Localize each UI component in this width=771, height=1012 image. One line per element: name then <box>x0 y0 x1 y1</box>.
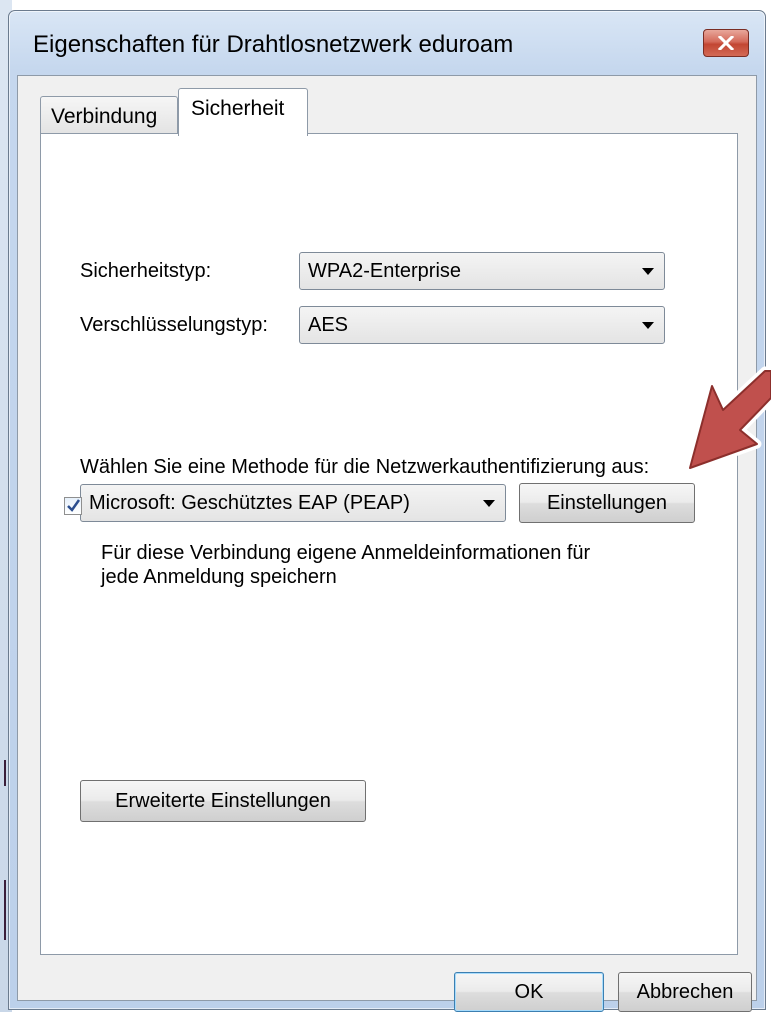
desktop-mark <box>4 880 6 940</box>
security-type-select[interactable]: WPA2-Enterprise <box>299 252 665 290</box>
properties-dialog: Eigenschaften für Drahtlosnetzwerk eduro… <box>8 10 766 1012</box>
tab-verbindung[interactable]: Verbindung <box>40 96 178 134</box>
auth-method-label: Wählen Sie eine Methode für die Netzwerk… <box>80 456 650 478</box>
tab-label: Verbindung <box>51 105 158 128</box>
settings-button[interactable]: Einstellungen <box>519 483 695 523</box>
encryption-type-label: Verschlüsselungstyp: <box>80 314 268 336</box>
checkmark-icon <box>67 499 81 512</box>
advanced-settings-button[interactable]: Erweiterte Einstellungen <box>80 780 366 822</box>
security-tab-panel: Sicherheitstyp: WPA2-Enterprise Verschlü… <box>40 133 738 955</box>
security-type-label: Sicherheitstyp: <box>80 260 212 282</box>
window-title: Eigenschaften für Drahtlosnetzwerk eduro… <box>33 31 514 58</box>
security-type-value: WPA2-Enterprise <box>308 260 462 282</box>
title-bar: Eigenschaften für Drahtlosnetzwerk eduro… <box>9 11 765 75</box>
encryption-type-select[interactable]: AES <box>299 306 665 344</box>
chevron-down-icon <box>642 268 654 275</box>
remember-credentials-line2: jede Anmeldung speichern <box>101 566 337 588</box>
cancel-button[interactable]: Abbrechen <box>618 972 752 1012</box>
close-icon <box>718 36 734 50</box>
chevron-down-icon <box>642 322 654 329</box>
tab-sicherheit[interactable]: Sicherheit <box>178 88 308 136</box>
ok-button[interactable]: OK <box>454 972 604 1012</box>
dialog-client-area: Verbindung Sicherheit Sicherheitstyp: WP… <box>17 75 757 1012</box>
desktop-mark <box>4 760 6 786</box>
auth-method-value: Microsoft: Geschütztes EAP (PEAP) <box>89 492 410 514</box>
auth-method-select[interactable]: Microsoft: Geschütztes EAP (PEAP) <box>80 484 506 522</box>
remember-credentials-checkbox[interactable] <box>64 497 82 515</box>
close-button[interactable] <box>703 29 749 57</box>
encryption-type-value: AES <box>308 314 349 336</box>
remember-credentials-line1: Für diese Verbindung eigene Anmeldeinfor… <box>101 542 591 564</box>
tab-label: Sicherheit <box>191 97 285 120</box>
chevron-down-icon <box>483 500 495 507</box>
